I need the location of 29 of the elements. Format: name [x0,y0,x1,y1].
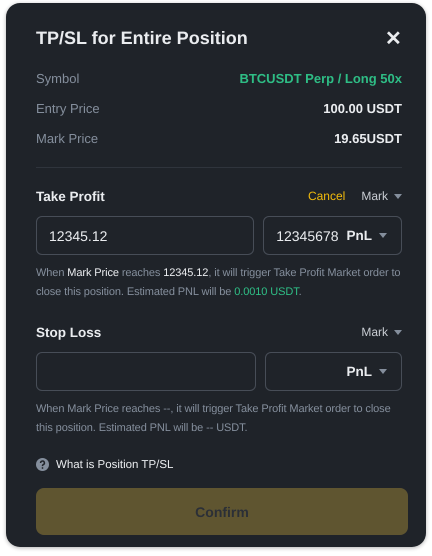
question-icon [36,458,49,471]
unit-select[interactable]: PnL [346,364,387,379]
caret-icon [394,194,402,198]
caret-icon [394,330,402,334]
cancel-link[interactable]: Cancel [308,189,346,203]
info-label: Entry Price [36,100,100,118]
help-label: What is Position TP/SL [56,458,174,470]
hint-text: When Mark Price reaches 12345.12, it will trigger Take Profit Market order to close this position. Estimated PNL will be 0.0010 USDT. [36,266,402,300]
pnl-value: 12345678 [276,228,338,244]
help-link[interactable]: What is Position TP/SL [36,458,174,471]
pnl-field[interactable]: PnL [264,352,402,391]
info-label: Symbol [36,70,80,88]
pnl-field[interactable]: 12345678 PnL [263,216,402,255]
close-button[interactable]: ✕ [385,26,402,50]
hint-text: When Mark Price reaches --, it will trigger Take Profit Market order to close this position. Estimated PNL will be -- USDT. [36,402,392,436]
unit-select[interactable]: PnL [346,228,387,243]
caret-icon [379,233,387,238]
info-value: 100.00 USDT [323,100,402,118]
price-field[interactable] [36,352,256,391]
trigger-select[interactable]: Mark [361,325,402,339]
section-title: Stop Loss [36,324,102,340]
trigger-select[interactable]: Mark [361,189,402,203]
caret-icon [379,369,387,374]
price-field[interactable]: 12345.12 [36,216,254,255]
info-value: BTCUSDT Perp / Long 50x [239,70,402,88]
info-label: Mark Price [36,130,98,148]
section-title: Take Profit [36,188,105,204]
info-value: 19.65USDT [334,130,402,148]
dialog-title: TP/SL for Entire Position [36,28,248,48]
